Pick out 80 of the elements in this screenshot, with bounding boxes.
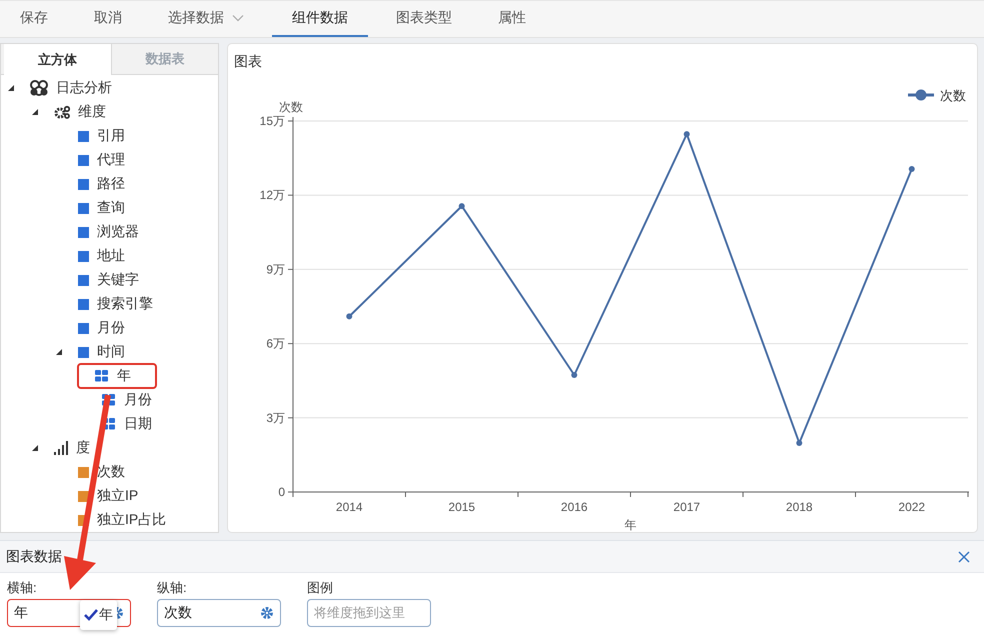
axis-tick-label: 2018: [786, 500, 813, 514]
tree-item-label[interactable]: 关键字: [97, 271, 139, 289]
legend-label: 次数: [940, 88, 966, 103]
grid-icon: [95, 370, 109, 382]
square-icon: [78, 322, 89, 334]
grid-icon: [102, 394, 116, 406]
axis-title: 次数: [279, 100, 303, 114]
sidebar-tab[interactable]: 立方体: [4, 44, 112, 75]
square-icon: [78, 298, 89, 310]
expander-icon[interactable]: [31, 444, 39, 452]
tree-item-label[interactable]: 引用: [97, 127, 125, 145]
tree-item-label[interactable]: 代理: [97, 151, 125, 169]
toolbar-tab[interactable]: 图表类型: [378, 1, 470, 37]
tree-item-label[interactable]: 月份: [97, 319, 125, 337]
toolbar-tab[interactable]: 属性: [480, 1, 544, 37]
toolbar-tab[interactable]: 组件数据: [272, 1, 368, 37]
toolbar-tab[interactable]: 保存: [2, 1, 66, 37]
data-point: [908, 166, 915, 172]
square-icon: [78, 346, 89, 358]
cubes-icon: [30, 80, 48, 96]
tree-item[interactable]: 年: [77, 363, 157, 389]
data-point: [458, 203, 465, 210]
square-icon: [78, 466, 89, 478]
square-icon: [78, 130, 89, 142]
tree-item-label[interactable]: 日志分析: [56, 79, 112, 97]
data-point: [346, 313, 352, 320]
tree-item-label[interactable]: 度: [76, 439, 90, 457]
tree-item-label[interactable]: 路径: [97, 175, 125, 193]
axis-tick-label: 0: [278, 485, 285, 499]
tree-item-label[interactable]: 维度: [78, 103, 106, 121]
data-point: [684, 131, 690, 138]
square-icon: [78, 226, 89, 238]
tree-item-label[interactable]: 搜索引擎: [97, 295, 153, 313]
field-label: 横轴:: [7, 579, 38, 597]
square-icon: [78, 490, 89, 502]
axis-tick-label: 3万: [266, 410, 285, 425]
axis-title: 年: [624, 518, 636, 532]
axis-tick-label: 12万: [260, 188, 285, 202]
panel-title: 图表数据: [6, 548, 62, 566]
tree-item-label[interactable]: 地址: [97, 247, 125, 265]
drag-tooltip[interactable]: 年: [80, 600, 117, 630]
axis-tick-label: 6万: [266, 336, 285, 351]
tree-item[interactable]: 月份: [95, 387, 159, 413]
axis-tick-label: 9万: [266, 262, 285, 276]
tree-item-label[interactable]: 独立IP占比: [97, 511, 166, 529]
close-icon[interactable]: [958, 550, 970, 562]
data-point: [796, 440, 802, 446]
field-label: 图例: [307, 579, 334, 597]
tree-item-label[interactable]: 次数: [97, 463, 125, 481]
square-icon: [78, 202, 89, 214]
data-point: [571, 372, 578, 378]
square-icon: [78, 154, 89, 166]
expander-icon[interactable]: [7, 84, 15, 92]
expander-icon[interactable]: [31, 108, 39, 116]
tree-item-label[interactable]: 浏览器: [97, 223, 139, 241]
axis-tick-label: 2014: [336, 500, 363, 514]
bars-icon: [54, 441, 68, 455]
check-icon: [84, 609, 98, 621]
square-icon: [78, 250, 89, 262]
toolbar-tab[interactable]: 取消: [76, 1, 140, 37]
settings-icon[interactable]: [260, 606, 274, 620]
square-icon: [78, 274, 89, 286]
axis-tick-label: 2016: [560, 500, 588, 514]
expander-icon[interactable]: [55, 348, 63, 356]
tree-item-label[interactable]: 查询: [97, 199, 125, 217]
axis-tick-label: 2017: [673, 500, 700, 514]
tree-item[interactable]: 日期: [95, 411, 159, 437]
panel-title: 图表: [233, 52, 263, 71]
axis-tick-label: 2022: [898, 500, 926, 514]
field-label: 纵轴:: [157, 579, 188, 597]
square-icon: [78, 178, 89, 190]
legend-icon: [908, 90, 934, 100]
tree-item-label[interactable]: 独立IP: [97, 487, 138, 505]
tree-item-label[interactable]: 时间: [97, 343, 125, 361]
input-field[interactable]: 次数: [157, 599, 281, 627]
axis-tick-label: 15万: [260, 114, 285, 128]
grid-icon: [102, 418, 116, 430]
toolbar-tab[interactable]: 选择数据: [150, 1, 262, 37]
gears-icon: [54, 105, 70, 119]
axis-tick-label: 2015: [448, 500, 476, 514]
